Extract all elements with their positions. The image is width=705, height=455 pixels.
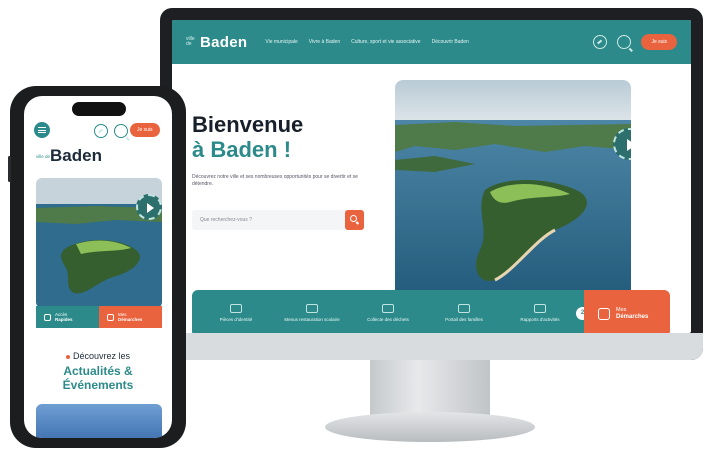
hero-text: Bienvenue à Baden ! Découvrez notre vill… xyxy=(192,112,372,188)
quick-link-rapports[interactable]: Rapports d'activités xyxy=(510,304,570,323)
demarches-icon xyxy=(598,307,610,320)
discover-label: Découvrez les xyxy=(24,351,172,361)
desktop-monitor: ville de Baden Vie municipale Vivre à Ba… xyxy=(160,8,703,360)
demarches-line1: Mes xyxy=(616,306,627,313)
menu-item-culture[interactable]: Culture, sport et vie associative xyxy=(351,39,420,45)
phone-logo-small: ville de xyxy=(36,153,51,159)
monitor-stand xyxy=(370,360,490,420)
phone-search-icon[interactable] xyxy=(114,124,128,138)
quick-links-bar: Pièces d'identité Menus restauration sco… xyxy=(192,290,584,333)
je-suis-button[interactable]: Je suis xyxy=(641,34,677,50)
magnifier-icon xyxy=(350,215,357,222)
search-button[interactable] xyxy=(345,210,364,230)
phone-demarches-icon xyxy=(107,313,114,321)
phone-je-suis-button[interactable]: Je suis xyxy=(130,123,160,137)
hero-title-line2: à Baden ! xyxy=(192,137,292,162)
desktop-navbar: ville de Baden Vie municipale Vivre à Ba… xyxy=(172,20,691,64)
phone-mes-demarches-button[interactable]: Mes Démarches xyxy=(99,306,162,328)
search-icon[interactable] xyxy=(617,35,632,49)
logo-name: Baden xyxy=(200,33,248,51)
menu-item-decouvrir[interactable]: Découvrir Baden xyxy=(432,39,469,45)
trash-icon xyxy=(382,304,394,313)
logo-small-text: ville de xyxy=(186,36,195,47)
quick-link-dechets[interactable]: Collecte des déchets xyxy=(358,304,418,323)
news-card-image[interactable] xyxy=(36,404,162,438)
menu-icon xyxy=(306,304,318,313)
quick-link-pieces-identite[interactable]: Pièces d'identité xyxy=(206,304,266,323)
hero-description: Découvrez notre ville et ses nombreuses … xyxy=(192,174,358,187)
smartphone: Je suis ville de Baden Accès Rapides Mes… xyxy=(8,86,186,448)
id-card-icon xyxy=(230,304,242,313)
demarches-line2: Démarches xyxy=(616,313,649,320)
phone-accessibility-icon[interactable] xyxy=(94,124,108,138)
quick-link-menus[interactable]: Menus restauration scolaire xyxy=(282,304,342,323)
hamburger-menu-icon[interactable] xyxy=(34,122,50,138)
phone-logo[interactable]: ville de Baden xyxy=(36,146,102,166)
hero-title-line1: Bienvenue xyxy=(192,112,304,137)
monitor-base xyxy=(325,412,535,442)
phone-acces-rapides-button[interactable]: Accès Rapides xyxy=(36,306,99,328)
quick-link-familles[interactable]: Portail des familles xyxy=(434,304,494,323)
desktop-screen: ville de Baden Vie municipale Vivre à Ba… xyxy=(172,20,691,333)
menu-item-vivre-a-baden[interactable]: Vivre à Baden xyxy=(309,39,340,45)
desktop-logo[interactable]: ville de Baden xyxy=(186,34,247,51)
accessibility-icon[interactable] xyxy=(593,35,608,49)
search-input[interactable]: Que recherchez-vous ? xyxy=(192,210,364,230)
family-icon xyxy=(458,304,470,313)
hero-aerial-photo xyxy=(395,80,631,298)
phone-video-play-button[interactable] xyxy=(136,194,162,220)
desktop-menu: Vie municipale Vivre à Baden Culture, sp… xyxy=(265,39,469,45)
phone-logo-name: Baden xyxy=(50,146,102,165)
mes-demarches-button[interactable]: Mes Démarches xyxy=(584,290,670,333)
search-placeholder: Que recherchez-vous ? xyxy=(200,217,252,223)
menu-item-vie-municipale[interactable]: Vie municipale xyxy=(265,39,297,45)
aerial-island-image xyxy=(395,80,631,298)
marketing-mockup: ville de Baden Vie municipale Vivre à Ba… xyxy=(0,0,705,455)
acces-rapides-icon xyxy=(44,313,51,321)
phone-screen: Je suis ville de Baden Accès Rapides Mes… xyxy=(24,96,172,438)
phone-notch xyxy=(72,102,126,116)
report-icon xyxy=(534,304,546,313)
news-section-title: Actualités & Événements xyxy=(62,364,134,392)
desktop-nav-actions: Je suis xyxy=(593,34,677,50)
monitor-chin xyxy=(160,333,703,360)
